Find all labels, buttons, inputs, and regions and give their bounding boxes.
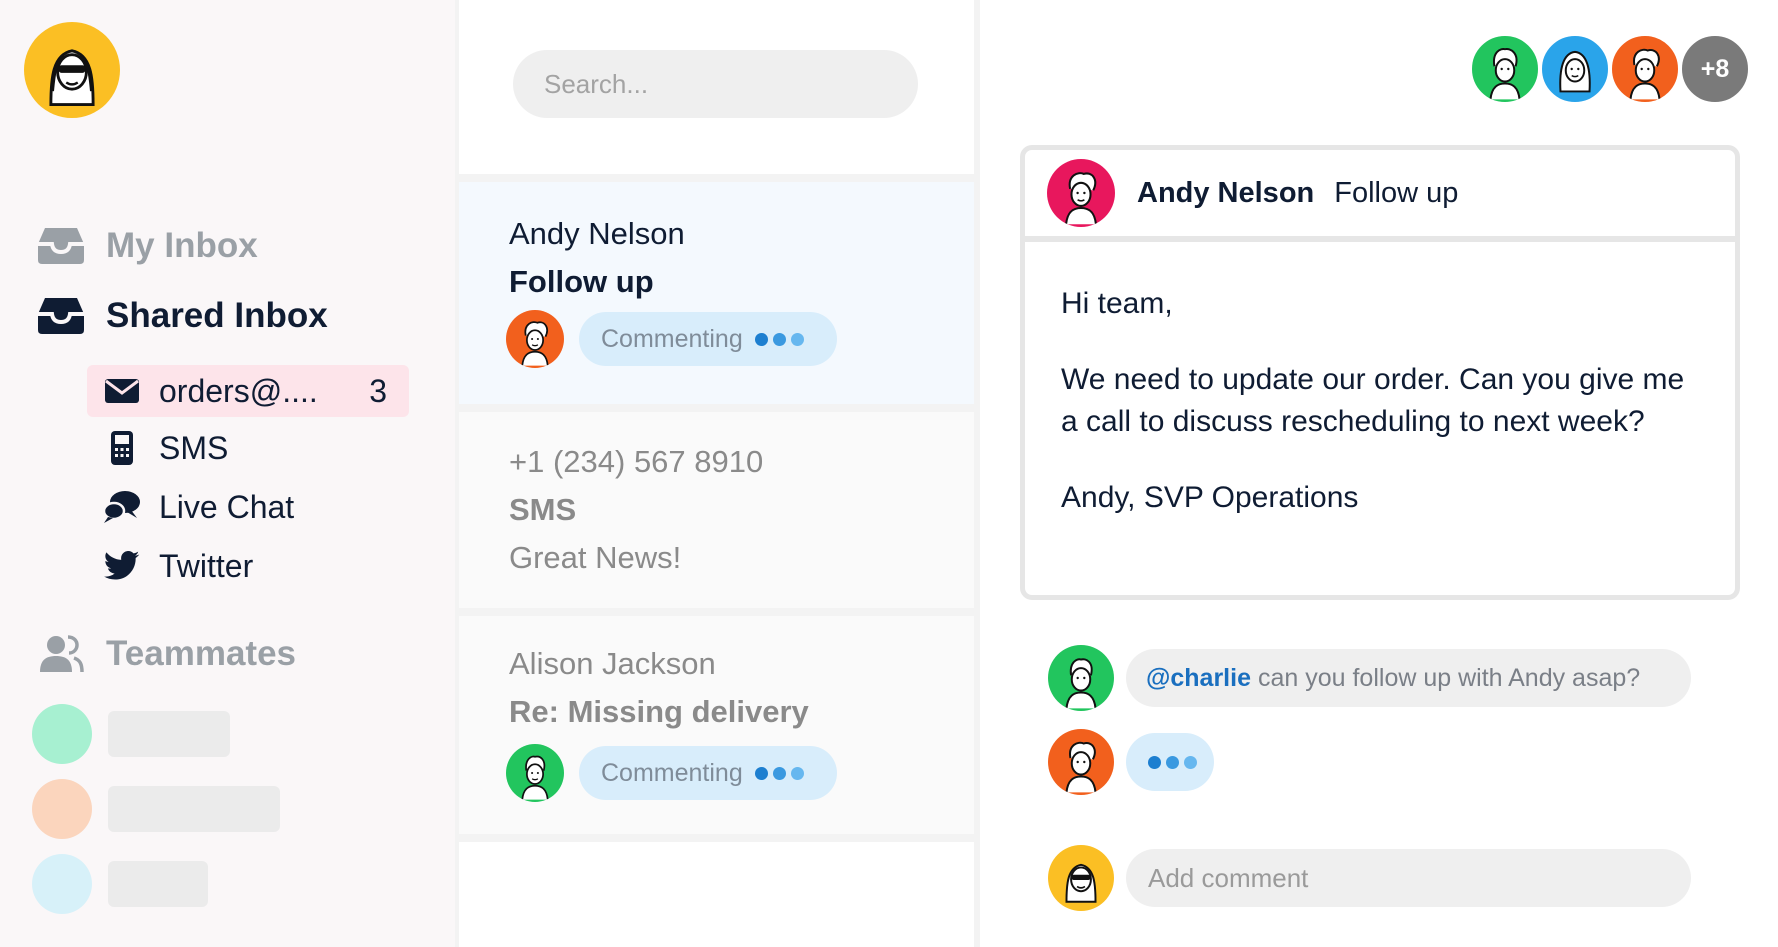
comment-text: can you follow up with Andy asap?	[1257, 663, 1641, 692]
my-inbox-label: My Inbox	[106, 226, 258, 265]
teammate-avatar[interactable]	[1539, 33, 1611, 105]
divider	[459, 404, 974, 412]
conversation-subject: Follow up	[509, 264, 654, 299]
teammate-avatar	[506, 310, 564, 368]
teammate-avatar-placeholder	[32, 854, 92, 914]
divider	[459, 174, 974, 182]
commenter-avatar	[1048, 645, 1114, 711]
commenting-status-pill: Commenting	[579, 746, 837, 800]
conversation-preview: Great News!	[509, 540, 682, 575]
conversation-subject: SMS	[509, 492, 577, 527]
message-card: Andy Nelson Follow up Hi team, We need t…	[1020, 145, 1740, 600]
teammates-label: Teammates	[106, 634, 297, 673]
conversation-sender: Andy Nelson	[509, 216, 685, 251]
orders-label: orders@....	[159, 372, 318, 409]
message-sender: Andy Nelson	[1137, 176, 1315, 209]
commenting-label: Commenting	[601, 324, 743, 353]
conversation-item[interactable]: Alison Jackson Re: Missing delivery Comm…	[459, 616, 974, 834]
commenting-status-pill: Commenting	[579, 312, 837, 366]
live-chat-label: Live Chat	[159, 488, 295, 525]
conversation-detail: +8 Andy Nelson Follow up Hi team, We nee…	[982, 0, 1778, 947]
shared-inbox-label: Shared Inbox	[106, 296, 328, 335]
comment-bubble: @charlie can you follow up with Andy asa…	[1126, 649, 1691, 707]
inbox-icon	[36, 293, 86, 339]
sms-label: SMS	[159, 429, 229, 466]
sidebar-item-sms[interactable]: SMS	[87, 422, 409, 474]
teammate-name-placeholder	[108, 711, 230, 757]
teammate-name-placeholder	[108, 861, 208, 907]
commenter-avatar	[1048, 729, 1114, 795]
twitter-icon	[101, 551, 143, 581]
conversation-subject: Re: Missing delivery	[509, 694, 809, 729]
teammate-avatar[interactable]	[1609, 33, 1681, 105]
message-subject: Follow up	[1334, 176, 1459, 209]
typing-dots-icon	[1148, 755, 1202, 769]
inbox-icon	[36, 223, 86, 269]
message-text: We need to update our order. Can you giv…	[1061, 363, 1685, 438]
comment: @charlie can you follow up with Andy asa…	[1048, 645, 1691, 711]
sender-avatar	[1047, 159, 1115, 227]
add-comment-field	[1126, 849, 1691, 907]
people-icon	[36, 631, 86, 677]
add-comment-row	[1048, 845, 1691, 911]
conversation-item[interactable]: +1 (234) 567 8910 SMS Great News!	[459, 412, 974, 608]
sidebar-item-orders[interactable]: orders@.... 3	[87, 365, 409, 417]
sidebar: My Inbox Shared Inbox orders@.... 3 SMS …	[0, 0, 455, 947]
divider	[459, 834, 974, 842]
conversation-sender: +1 (234) 567 8910	[509, 444, 764, 479]
user-avatar[interactable]	[24, 22, 120, 118]
user-sunglasses-icon	[49, 49, 95, 106]
commenting-label: Commenting	[601, 758, 743, 787]
chat-bubbles-icon	[101, 490, 143, 524]
add-comment-input[interactable]	[1126, 849, 1691, 907]
nav-shared-inbox[interactable]: Shared Inbox	[36, 286, 328, 346]
sidebar-item-live-chat[interactable]: Live Chat	[87, 481, 409, 533]
current-user-avatar	[1048, 845, 1114, 911]
message-greeting: Hi team,	[1061, 287, 1173, 320]
typing-dots-icon	[754, 332, 809, 346]
unread-count-badge: 3	[369, 372, 387, 409]
twitter-label: Twitter	[159, 547, 254, 584]
sidebar-item-twitter[interactable]: Twitter	[87, 540, 409, 592]
search-input[interactable]	[513, 50, 918, 118]
column-divider	[974, 0, 980, 947]
teammates-heading: Teammates	[36, 624, 296, 684]
conversation-list: Andy Nelson Follow up Commenting +1 (234…	[459, 0, 974, 947]
conversation-sender: Alison Jackson	[509, 646, 716, 681]
comment-typing	[1048, 729, 1214, 795]
message-signature: Andy, SVP Operations	[1061, 481, 1359, 514]
nav-my-inbox[interactable]: My Inbox	[36, 216, 258, 276]
conversation-item[interactable]: Andy Nelson Follow up Commenting	[459, 182, 974, 404]
teammate-avatar-placeholder	[32, 704, 92, 764]
teammate-avatar[interactable]	[1469, 33, 1541, 105]
typing-dots-icon	[754, 766, 809, 780]
divider	[459, 608, 974, 616]
teammate-avatar	[506, 744, 564, 802]
envelope-icon	[101, 378, 143, 404]
phone-icon	[101, 430, 143, 466]
mention-link[interactable]: @charlie	[1146, 664, 1251, 693]
message-header: Andy Nelson Follow up	[1025, 150, 1735, 242]
more-teammates-badge[interactable]: +8	[1679, 33, 1751, 105]
teammate-avatar-placeholder	[32, 779, 92, 839]
teammate-name-placeholder	[108, 786, 280, 832]
typing-bubble	[1126, 733, 1214, 791]
message-body: Hi team, We need to update our order. Ca…	[1061, 283, 1701, 553]
